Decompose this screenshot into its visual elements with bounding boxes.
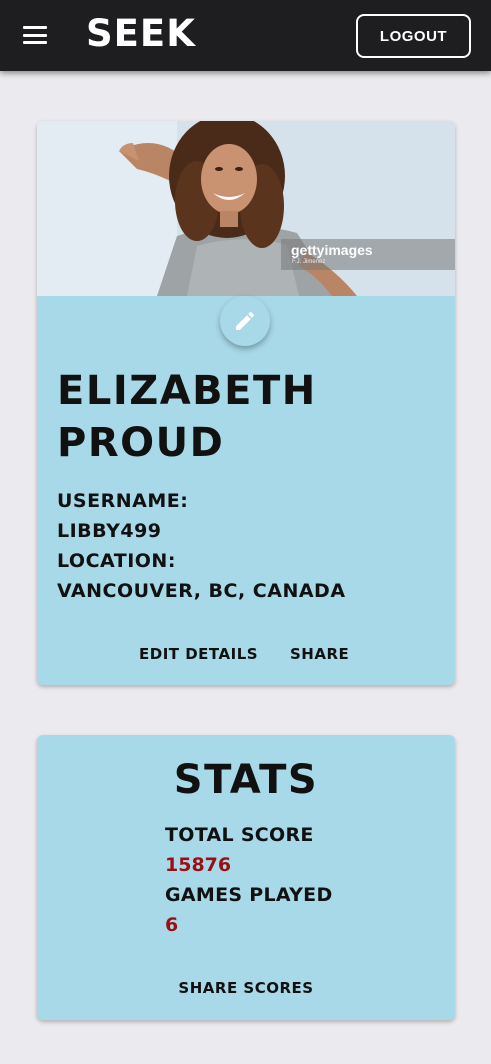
- share-scores-button[interactable]: SHARE SCORES: [37, 979, 455, 997]
- stats-card: STATS TOTAL SCORE 15876 GAMES PLAYED 6 S…: [37, 735, 455, 1020]
- app-bar: SEEK LOGOUT: [0, 0, 491, 71]
- profile-name: ELIZABETH PROUD: [57, 368, 317, 466]
- profile-card: gettyimages F.J. Jimenez ELIZABETH PROUD…: [37, 121, 455, 685]
- photo-credit: F.J. Jimenez: [292, 259, 326, 265]
- total-score-value: 15876: [165, 854, 232, 876]
- stats-title: STATS: [173, 757, 319, 803]
- photo-watermark: gettyimages: [291, 242, 373, 258]
- username-label: USERNAME:: [57, 490, 189, 512]
- profile-photo: gettyimages F.J. Jimenez: [37, 121, 455, 296]
- edit-details-button[interactable]: EDIT DETAILS: [139, 645, 258, 663]
- pencil-icon: [236, 311, 255, 330]
- brand-logo: SEEK: [86, 12, 196, 55]
- edit-photo-button[interactable]: [220, 296, 270, 346]
- games-played-value: 6: [165, 914, 179, 936]
- logout-button[interactable]: LOGOUT: [356, 14, 471, 58]
- location-label: LOCATION:: [57, 550, 176, 572]
- games-played-label: GAMES PLAYED: [165, 884, 333, 906]
- total-score-label: TOTAL SCORE: [165, 824, 314, 846]
- share-button[interactable]: SHARE: [290, 645, 349, 663]
- username-value: LIBBY499: [57, 520, 162, 542]
- location-value: VANCOUVER, BC, CANADA: [57, 580, 346, 602]
- hamburger-menu-icon[interactable]: [22, 24, 48, 46]
